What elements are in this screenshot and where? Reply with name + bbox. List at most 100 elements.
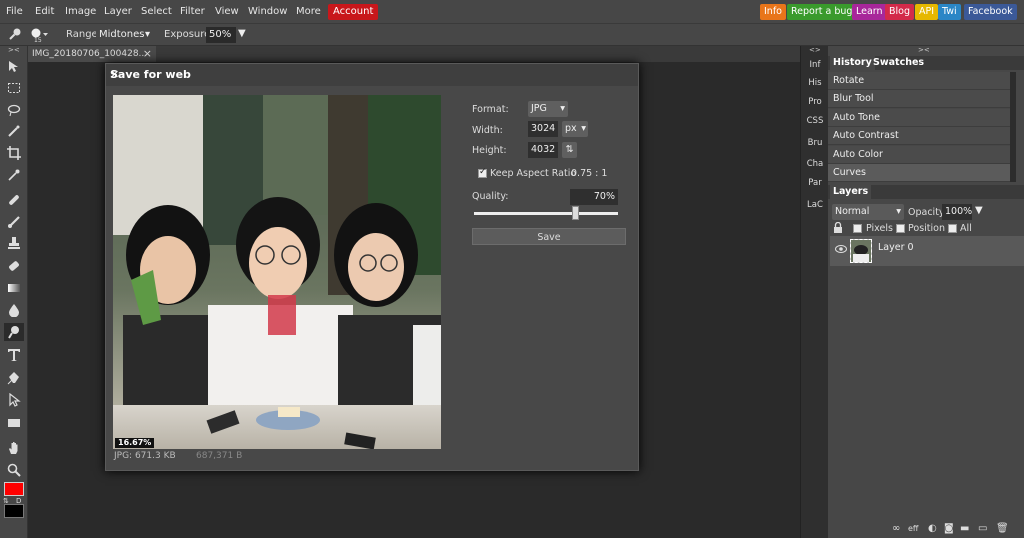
dodge-tool[interactable] (4, 323, 24, 341)
range-select[interactable]: Midtones ▾ (96, 27, 152, 43)
wand-icon (8, 125, 20, 137)
facebook-link[interactable]: Facebook (964, 4, 1017, 20)
menu-file[interactable]: File (6, 0, 23, 24)
move-tool[interactable] (4, 58, 24, 76)
effects-icon[interactable]: eff (908, 524, 918, 533)
lasso-tool[interactable] (4, 101, 24, 119)
right-panels: >< History Swatches Rotate Blur Tool Aut… (828, 46, 1024, 538)
height-input[interactable]: 4032 (528, 142, 558, 158)
link-icon[interactable]: ∞ (892, 523, 900, 534)
shape-tool[interactable] (4, 414, 24, 432)
zoom-tool[interactable] (4, 461, 24, 479)
blog-link[interactable]: Blog (885, 4, 914, 20)
menu-layer[interactable]: Layer (104, 0, 132, 24)
quick-selection-tool[interactable] (4, 122, 24, 140)
strip-character[interactable]: Cha (801, 159, 829, 169)
lock-all-checkbox[interactable] (948, 224, 957, 233)
trash-icon[interactable]: 🗑 (996, 523, 1009, 534)
tab-swatches[interactable]: Swatches (870, 56, 927, 70)
menu-filter[interactable]: Filter (180, 0, 205, 24)
crop-tool[interactable] (4, 144, 24, 162)
chevron-down-icon: ▾ (896, 206, 901, 217)
menu-more[interactable]: More (296, 0, 321, 24)
close-tab-icon[interactable]: × (143, 46, 152, 62)
menu-bar: File Edit Image Layer Select Filter View… (0, 0, 1024, 24)
lock-position-checkbox[interactable] (896, 224, 905, 233)
healing-tool[interactable] (4, 191, 24, 209)
quality-slider-track[interactable] (474, 212, 618, 215)
menu-view[interactable]: View (215, 0, 239, 24)
toolbar: >< ⇅ D (0, 46, 28, 538)
tab-layers[interactable]: Layers (830, 185, 872, 199)
collapse-panels-icon[interactable]: >< (918, 46, 930, 54)
foreground-color-swatch[interactable] (4, 482, 24, 496)
collapse-toolbar-icon[interactable]: >< (8, 46, 20, 54)
unit-select[interactable]: px ▾ (562, 121, 588, 137)
history-item[interactable]: Rotate (828, 72, 1010, 90)
expand-panels-icon[interactable]: <> (809, 46, 821, 54)
exposure-dropdown-icon[interactable]: ▼ (238, 28, 246, 39)
eraser-tool[interactable] (4, 257, 24, 275)
direct-select-tool[interactable] (4, 391, 24, 409)
strip-info[interactable]: Inf (801, 60, 829, 70)
tab-history[interactable]: History (830, 56, 875, 70)
history-item[interactable]: Auto Color (828, 146, 1010, 164)
strip-paragraph[interactable]: Par (801, 178, 829, 188)
report-bug-link[interactable]: Report a bug (787, 4, 857, 20)
strip-brush[interactable]: Bru (801, 138, 829, 148)
layer-row[interactable]: Layer 0 (830, 236, 1024, 266)
eyedropper-tool[interactable] (4, 166, 24, 184)
blend-mode-select[interactable]: Normal ▾ (832, 204, 904, 220)
pen-icon (7, 372, 19, 385)
twitter-link[interactable]: Twi (938, 4, 961, 20)
blur-tool[interactable] (4, 301, 24, 319)
strip-properties[interactable]: Pro (801, 97, 829, 107)
eye-icon[interactable] (835, 244, 847, 257)
account-button[interactable]: Account (328, 4, 379, 20)
quality-input[interactable]: 70% (570, 189, 618, 205)
blend-mode-value: Normal (835, 206, 870, 217)
document-tab[interactable]: IMG_20180706_100428... × (28, 46, 156, 62)
api-link[interactable]: API (915, 4, 939, 20)
strip-history[interactable]: His (801, 78, 829, 88)
gradient-tool[interactable] (4, 279, 24, 297)
swap-dimensions-button[interactable]: ⇅ (562, 142, 577, 158)
history-item[interactable]: Auto Tone (828, 109, 1010, 127)
learn-link[interactable]: Learn (852, 4, 887, 20)
dialog-title-bar[interactable]: Save for web ✕ (106, 64, 638, 86)
opacity-dropdown-icon[interactable]: ▼ (975, 205, 983, 216)
pen-tool[interactable] (4, 369, 24, 387)
strip-layer-comps[interactable]: LaC (801, 200, 829, 210)
menu-edit[interactable]: Edit (35, 0, 54, 24)
info-link[interactable]: Info (760, 4, 786, 20)
marquee-tool[interactable] (4, 79, 24, 97)
exposure-input[interactable]: 50% (206, 27, 236, 43)
history-scrollbar[interactable] (1010, 72, 1016, 182)
quality-slider-handle[interactable] (571, 206, 579, 220)
text-tool[interactable] (4, 346, 24, 364)
save-button[interactable]: Save (472, 228, 626, 245)
new-layer-icon[interactable]: ▭ (978, 523, 987, 534)
keep-aspect-checkbox[interactable]: ✓ (478, 167, 487, 178)
history-item[interactable]: Blur Tool (828, 90, 1010, 108)
history-item-selected[interactable]: Curves (828, 164, 1010, 182)
opacity-input[interactable]: 100% (942, 204, 972, 220)
folder-icon[interactable]: ▬ (960, 523, 969, 534)
adjustment-icon[interactable]: ◐ (928, 523, 937, 534)
clone-stamp-tool[interactable] (4, 234, 24, 252)
file-size-label: JPG: 671.3 KB (114, 451, 176, 461)
strip-css[interactable]: CSS (801, 116, 829, 126)
width-input[interactable]: 3024 (528, 121, 558, 137)
menu-select[interactable]: Select (141, 0, 172, 24)
document-tab-title: IMG_20180706_100428... (32, 49, 148, 59)
background-color-swatch[interactable] (4, 504, 24, 518)
menu-image[interactable]: Image (65, 0, 96, 24)
lock-pixels-checkbox[interactable] (853, 224, 862, 233)
menu-window[interactable]: Window (248, 0, 287, 24)
history-item[interactable]: Auto Contrast (828, 127, 1010, 145)
mask-icon[interactable]: ◙ (944, 523, 954, 534)
hand-tool[interactable] (4, 439, 24, 457)
format-select[interactable]: JPG ▾ (528, 101, 568, 117)
close-icon[interactable]: ✕ (110, 68, 634, 81)
brush-tool[interactable] (4, 213, 24, 231)
